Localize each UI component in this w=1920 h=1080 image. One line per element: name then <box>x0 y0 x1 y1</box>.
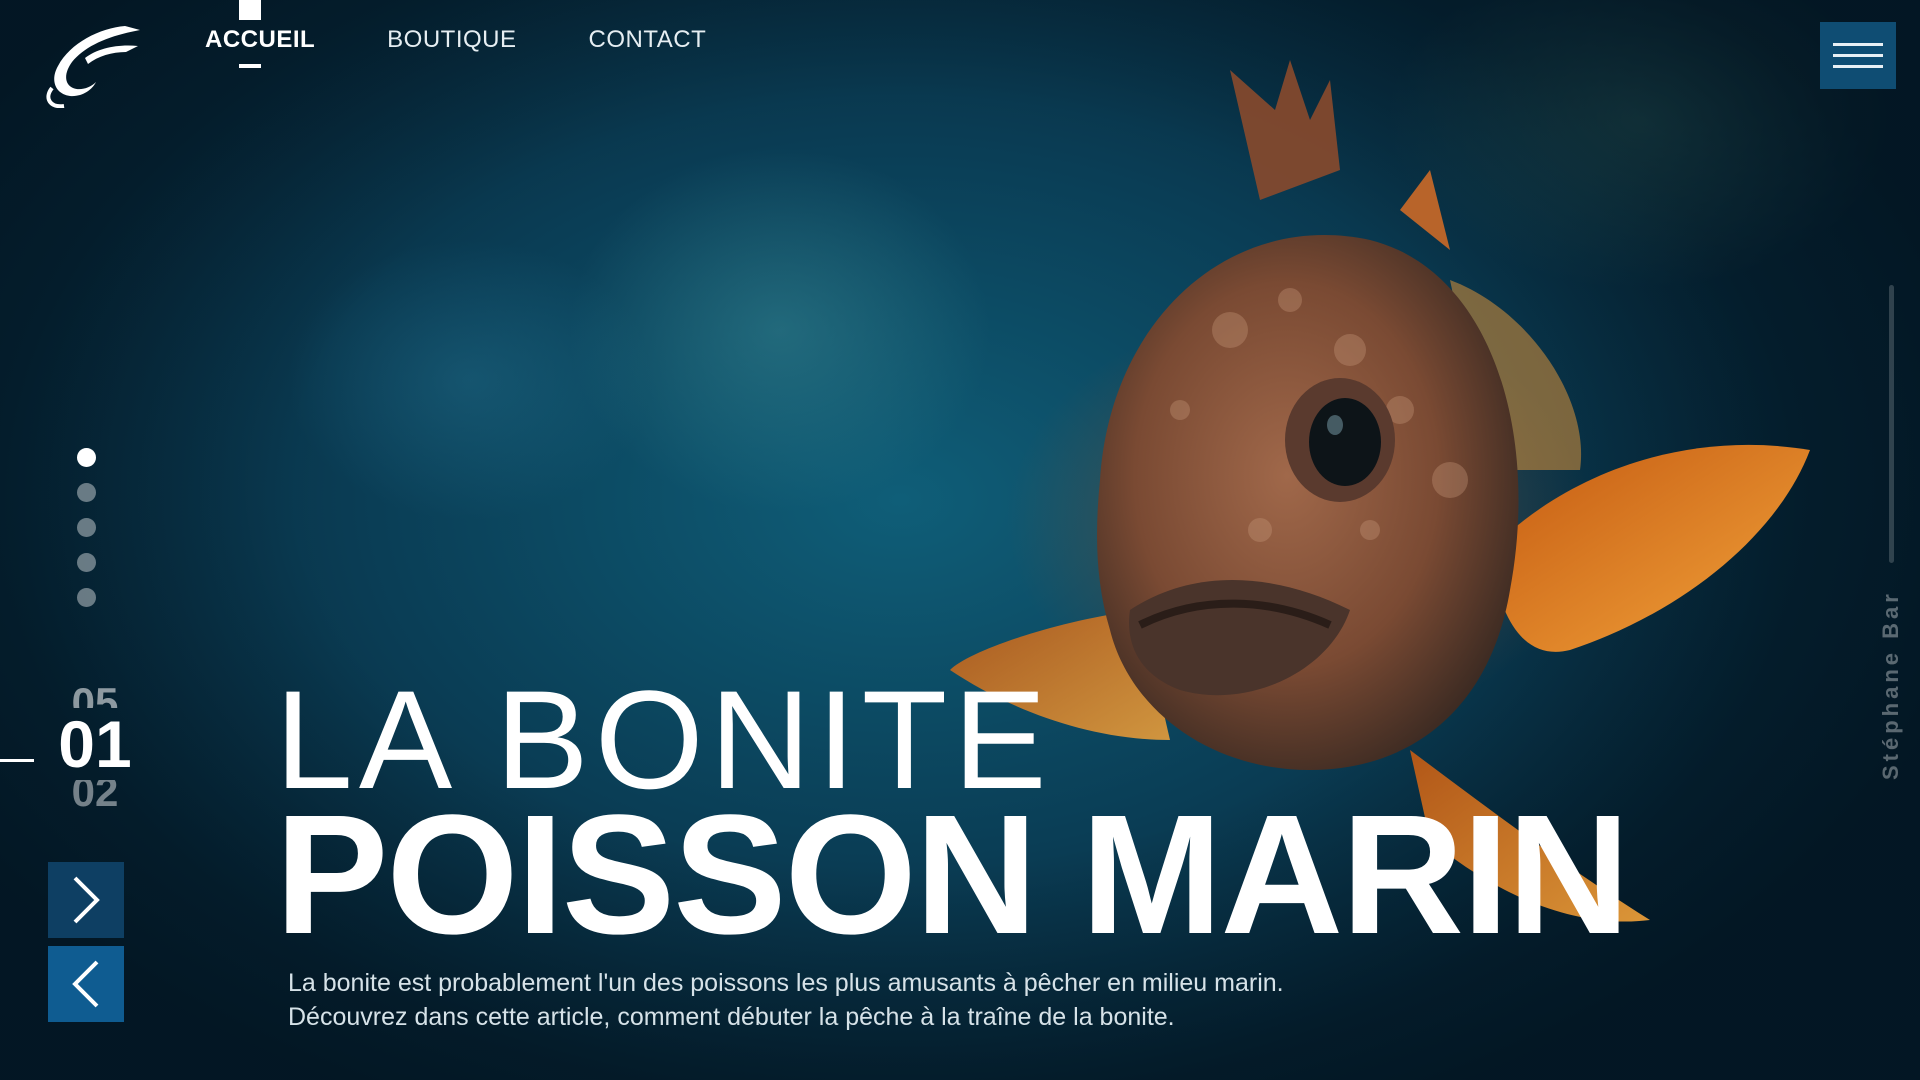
chevron-right-icon <box>73 876 100 924</box>
hero-title-line-2: POISSON MARIN <box>275 780 1630 970</box>
previous-slide-button[interactable] <box>48 946 124 1022</box>
main-nav: ACCUEIL BOUTIQUE CONTACT <box>205 0 707 68</box>
pagination-dot-3[interactable] <box>77 518 96 537</box>
hero-description: La bonite est probablement l'un des pois… <box>288 966 1388 1034</box>
nav-item-accueil[interactable]: ACCUEIL <box>205 0 315 68</box>
pagination-dot-4[interactable] <box>77 553 96 572</box>
chevron-left-icon <box>72 960 99 1008</box>
next-slide-button[interactable] <box>48 862 124 938</box>
counter-indicator-line <box>0 759 34 762</box>
nav-item-contact[interactable]: CONTACT <box>589 26 707 60</box>
hamburger-icon-line <box>1833 54 1883 57</box>
nav-item-boutique[interactable]: BOUTIQUE <box>387 26 516 60</box>
fish-hook-logo[interactable] <box>30 18 145 108</box>
pagination-dot-2[interactable] <box>77 483 96 502</box>
vertical-scroll-track[interactable] <box>1889 285 1894 563</box>
slide-counter-next: 02 <box>71 780 119 812</box>
slide-counter-previous: 05 <box>71 679 119 708</box>
slide-counter: 05 01 02 <box>55 676 135 812</box>
hamburger-icon-line <box>1833 65 1883 68</box>
pagination-dot-5[interactable] <box>77 588 96 607</box>
hero-description-line-2: Découvrez dans cette article, comment dé… <box>288 1003 1175 1031</box>
slide-pagination <box>77 448 96 607</box>
author-name: Stéphane Bar <box>1878 590 1903 780</box>
hero-description-line-1: La bonite est probablement l'un des pois… <box>288 969 1284 997</box>
slide-counter-current: 01 <box>58 707 132 781</box>
hamburger-icon <box>1833 43 1883 46</box>
hamburger-menu-button[interactable] <box>1820 22 1896 89</box>
pagination-dot-1[interactable] <box>77 448 96 467</box>
